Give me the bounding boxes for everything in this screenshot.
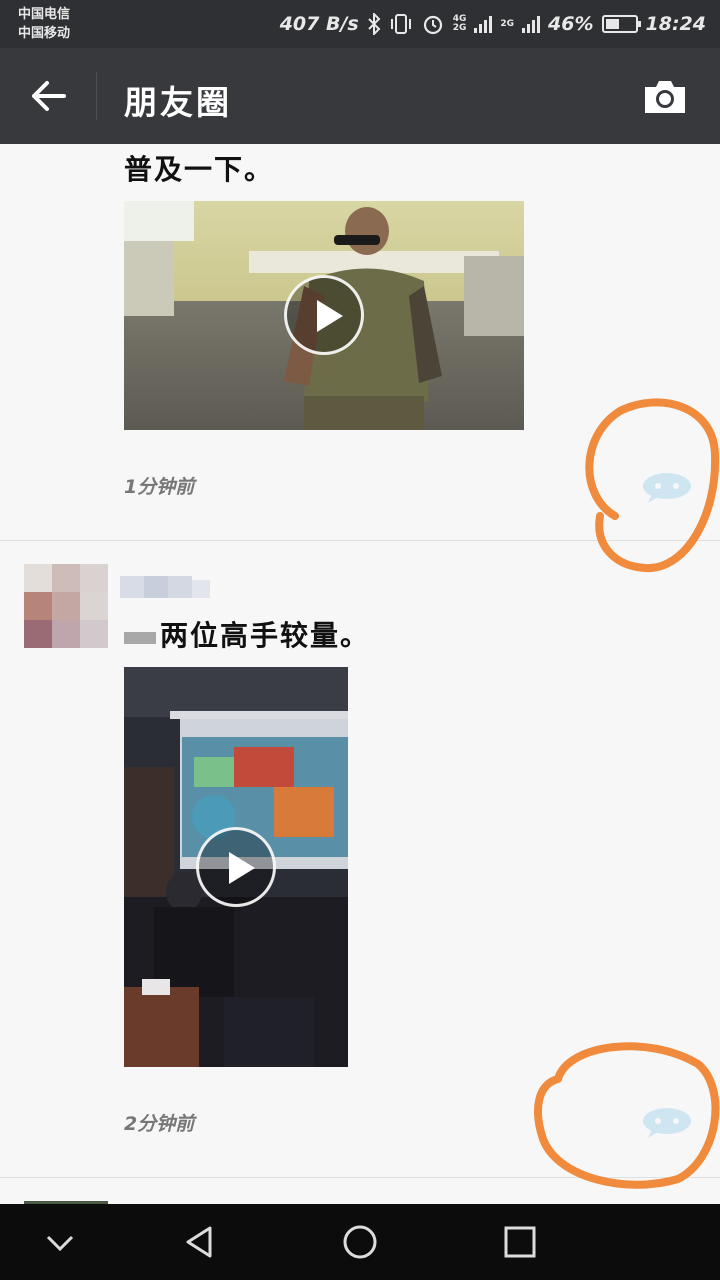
comment-button[interactable] [640,1105,694,1141]
signal-icon-2 [522,15,541,33]
carrier-label-2: 中国移动 [18,26,71,41]
back-button[interactable] [28,76,72,116]
network-type-2: 2G [500,18,515,29]
battery-icon [601,15,641,33]
carrier-label-1: 中国电信 [18,7,71,22]
circle-home-icon [343,1225,377,1259]
video-thumbnail[interactable] [124,667,348,1067]
network-2g-label: 2G [452,23,467,33]
alarm-icon [423,15,442,35]
nav-recents-button[interactable] [500,1222,540,1262]
nav-home-button[interactable] [340,1222,380,1262]
blurred-name-image [120,576,210,598]
avatar-image [24,564,108,648]
play-icon[interactable] [284,275,364,355]
carrier-info: 中国电信 中国移动 [18,5,70,43]
chevron-down-icon [46,1235,74,1252]
post-text: 两位高手较量。 [124,614,370,654]
network-type-1: 4G 2G [453,15,467,33]
square-recents-icon [504,1226,536,1258]
battery-percent: 46% [548,13,594,35]
video-thumbnail[interactable] [124,201,524,430]
triangle-back-icon [186,1226,212,1258]
post-text-content: 两位高手较量。 [160,619,371,652]
post-timestamp: 1分钟前 [124,476,195,498]
system-nav-bar [0,1204,720,1280]
arrow-left-icon [32,81,66,111]
signal-icon-1 [474,15,493,33]
username[interactable] [120,574,216,602]
comment-button[interactable] [640,470,694,506]
post-text: 普及一下。 [124,153,275,186]
net-speed: 407 B/s [279,13,359,35]
nav-hide-button[interactable] [40,1222,80,1262]
header-divider [96,72,97,120]
moments-feed[interactable]: 普及一下。 1分钟前 两位高手较量。 2分钟前 [0,144,720,1204]
page-title: 朋友圈 [124,83,232,122]
camera-button[interactable] [642,78,688,116]
app-header: 朋友圈 [0,48,720,144]
post-timestamp: 2分钟前 [124,1113,195,1135]
post-divider [0,540,720,541]
blurred-text-image [124,631,156,644]
nav-back-button[interactable] [180,1222,220,1262]
vibrate-icon [390,14,411,34]
bluetooth-icon [368,13,381,35]
network-2g-label-b: 2G [500,18,515,29]
status-bar: 中国电信 中国移动 407 B/s 4G 2G 2G 46% 18:24 [0,0,720,48]
camera-icon [645,81,685,113]
comment-icon [643,473,691,503]
clock: 18:24 [645,13,706,35]
post-divider [0,1177,720,1178]
play-icon[interactable] [196,827,276,907]
comment-icon [643,1108,691,1138]
status-indicators: 407 B/s 4G 2G 2G 46% 18:24 [280,10,706,38]
avatar[interactable] [24,564,108,648]
